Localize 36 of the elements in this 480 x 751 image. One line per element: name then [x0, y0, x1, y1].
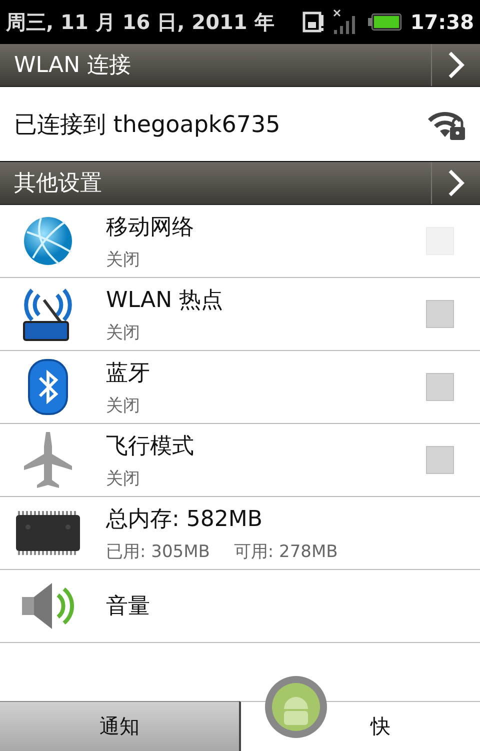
section-title: WLAN 连接: [13, 52, 132, 80]
settings-item[interactable]: 蓝牙 关闭: [0, 351, 480, 424]
section-header[interactable]: WLAN 连接: [0, 44, 480, 87]
settings-item[interactable]: 总内存: 582MB 已用: 305MB 可用: 278MB: [0, 497, 480, 570]
item-status: 关闭: [106, 322, 141, 344]
item-title: 蓝牙: [106, 360, 151, 388]
memory-used: 已用: 305MB: [106, 540, 210, 562]
airplane-icon: [22, 430, 74, 490]
wlan-status-text: 已连接到 thegoapk6735: [14, 110, 280, 140]
checkbox[interactable]: [426, 446, 454, 474]
item-title: 音量: [106, 593, 151, 621]
tab-label: 快: [370, 713, 390, 740]
item-status: 关闭: [106, 394, 141, 416]
settings-item[interactable]: 音量: [0, 570, 480, 643]
item-title: 移动网络: [106, 214, 195, 242]
battery-icon: [368, 13, 402, 31]
android-handle-icon[interactable]: [264, 675, 328, 739]
settings-item[interactable]: WLAN 热点 关闭: [0, 278, 480, 351]
status-date: 周三, 11 月 16 日, 2011 年: [6, 8, 276, 36]
item-title: 飞行模式: [106, 432, 195, 460]
bluetooth-icon: [28, 359, 68, 415]
item-title: WLAN 热点: [106, 286, 224, 314]
section-title: 其他设置: [13, 170, 103, 198]
item-status: 关闭: [106, 248, 141, 270]
globe-icon: [21, 214, 75, 268]
settings-item[interactable]: 飞行模式 关闭: [0, 424, 480, 497]
checkbox[interactable]: [426, 373, 454, 401]
item-title: 总内存: 582MB: [106, 506, 264, 534]
tab-label: 通知: [100, 713, 140, 740]
memory-free: 可用: 278MB: [234, 540, 338, 562]
tab[interactable]: 通知: [0, 701, 239, 751]
sd-card-icon: [302, 11, 324, 33]
status-time: 17:38: [410, 10, 474, 34]
section-header[interactable]: 其他设置: [0, 162, 480, 205]
item-status: 关闭: [106, 468, 141, 490]
checkbox[interactable]: [426, 300, 454, 328]
